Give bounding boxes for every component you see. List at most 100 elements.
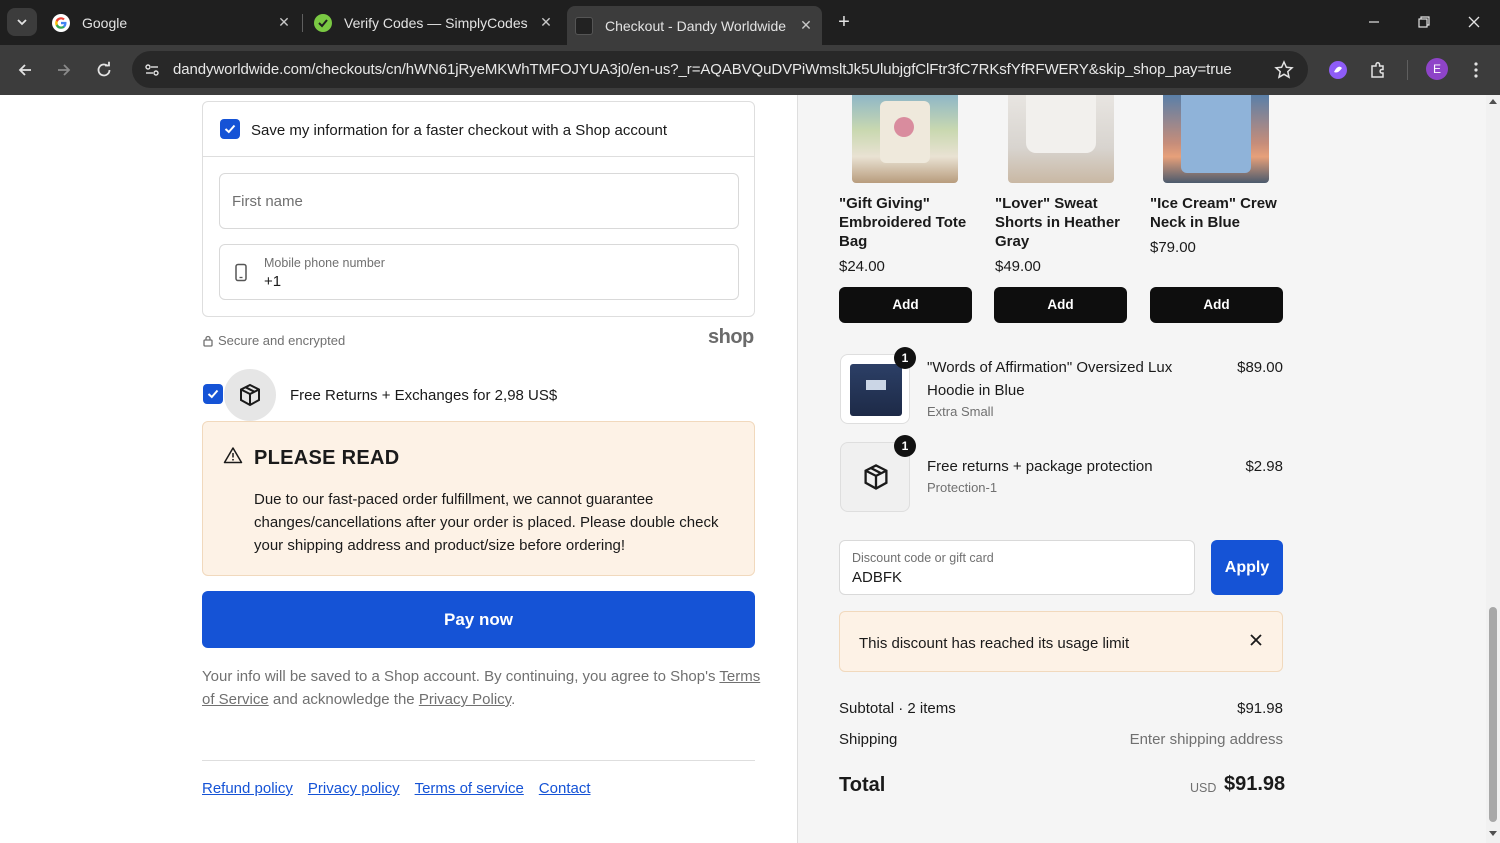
- toolbar-divider: [1407, 60, 1408, 80]
- close-icon[interactable]: [1248, 632, 1264, 648]
- cart-item-price: $89.00: [1237, 359, 1283, 376]
- sweat-shorts-image[interactable]: [1008, 95, 1114, 183]
- sweater-shape: [1181, 95, 1251, 173]
- notice-title: PLEASE READ: [254, 447, 400, 469]
- tab-simplycodes[interactable]: Verify Codes — SimplyCodes ✕: [306, 6, 562, 39]
- upsell-price: $49.00: [995, 258, 1041, 275]
- legal-suffix: .: [511, 691, 516, 708]
- extension-button[interactable]: [1326, 58, 1350, 82]
- tab-separator: [302, 14, 303, 32]
- google-icon: [52, 13, 70, 32]
- checkmark-icon: [224, 124, 236, 134]
- checkmark-icon: [207, 389, 219, 399]
- total-currency: USD: [1190, 781, 1217, 795]
- save-info-checkbox[interactable]: [220, 119, 240, 139]
- save-info-row: Save my information for a faster checkou…: [203, 102, 754, 157]
- first-name-placeholder: First name: [232, 193, 303, 210]
- upsell-name[interactable]: "Gift Giving" Embroidered Tote Bag: [839, 194, 979, 251]
- free-returns-label: Free Returns + Exchanges for 2,98 US$: [290, 387, 558, 404]
- restore-button[interactable]: [1411, 10, 1437, 34]
- close-window-button[interactable]: [1461, 10, 1487, 34]
- free-returns-row: Free Returns + Exchanges for 2,98 US$: [202, 369, 755, 421]
- restore-icon: [1418, 16, 1430, 28]
- extensions-menu-button[interactable]: [1366, 58, 1390, 82]
- tab-checkout[interactable]: Checkout - Dandy Worldwide ✕: [567, 6, 822, 45]
- contact-link[interactable]: Contact: [539, 780, 591, 797]
- terms-of-service-link[interactable]: Terms of service: [415, 780, 524, 797]
- bookmark-star-icon[interactable]: [1274, 60, 1294, 80]
- total-label: Total: [839, 774, 886, 796]
- subtotal-value: $91.98: [1237, 700, 1283, 717]
- legal-prefix: Your info will be saved to a Shop accoun…: [202, 668, 720, 685]
- warning-icon: [223, 447, 243, 464]
- puzzle-icon: [1371, 61, 1384, 78]
- apply-discount-button[interactable]: Apply: [1211, 540, 1283, 595]
- forward-button[interactable]: [52, 58, 76, 82]
- scroll-up-icon[interactable]: [1489, 99, 1497, 104]
- scroll-down-icon[interactable]: [1489, 831, 1497, 836]
- checkout-form-column: Save my information for a faster checkou…: [0, 95, 797, 843]
- minimize-icon: [1369, 21, 1379, 23]
- reload-icon: [97, 61, 111, 77]
- tab-title: Google: [82, 14, 128, 31]
- total-value: $91.98: [1224, 773, 1286, 795]
- tote-bag-image[interactable]: [852, 95, 958, 183]
- site-settings-icon[interactable]: [142, 60, 162, 80]
- discount-code-value: ADBFK: [852, 569, 903, 586]
- discount-code-label: Discount code or gift card: [852, 551, 994, 565]
- page-scrollbar[interactable]: [1486, 95, 1500, 843]
- legal-middle: and acknowledge the: [268, 691, 419, 708]
- subtotal-label: Subtotal · 2 items: [839, 700, 956, 717]
- upsell-name[interactable]: "Ice Cream" Crew Neck in Blue: [1150, 194, 1290, 232]
- scrollbar-thumb[interactable]: [1489, 607, 1497, 822]
- back-button[interactable]: [13, 58, 37, 82]
- close-tab-icon[interactable]: ✕: [274, 14, 294, 31]
- new-tab-button[interactable]: +: [834, 10, 854, 34]
- privacy-policy-link[interactable]: Privacy policy: [308, 780, 400, 797]
- add-tote-bag-button[interactable]: Add: [839, 287, 972, 323]
- package-icon: [864, 464, 888, 490]
- tab-google[interactable]: Google ✕: [44, 6, 300, 39]
- pay-now-button[interactable]: Pay now: [202, 591, 755, 648]
- shorts-shape: [1026, 95, 1096, 153]
- shop-privacy-link[interactable]: Privacy Policy: [419, 691, 511, 708]
- address-bar[interactable]: dandyworldwide.com/checkouts/cn/hWN61jRy…: [132, 51, 1308, 88]
- browser-menu-button[interactable]: [1464, 58, 1488, 82]
- tab-search-button[interactable]: [7, 8, 37, 36]
- arrow-right-icon: [58, 64, 71, 76]
- first-name-field[interactable]: First name: [219, 173, 739, 229]
- protection-thumbnail: 1: [840, 435, 916, 512]
- upsell-name[interactable]: "Lover" Sweat Shorts in Heather Gray: [995, 194, 1135, 251]
- discount-code-field[interactable]: Discount code or gift card ADBFK: [839, 540, 1195, 595]
- upsell-price: $79.00: [1150, 239, 1196, 256]
- secure-note: Secure and encrypted: [203, 333, 345, 348]
- free-returns-checkbox[interactable]: [203, 384, 223, 404]
- simplycodes-icon: [314, 13, 332, 32]
- tab-strip: Google ✕ Verify Codes — SimplyCodes ✕ Ch…: [0, 0, 1500, 45]
- hoodie-image: [850, 364, 902, 416]
- quantity-badge: 1: [894, 435, 916, 457]
- secure-text: Secure and encrypted: [218, 333, 346, 348]
- cart-item-variant: Extra Small: [927, 404, 994, 419]
- crew-neck-image[interactable]: [1163, 95, 1269, 183]
- url-text: dandyworldwide.com/checkouts/cn/hWN61jRy…: [173, 61, 1232, 78]
- reload-button[interactable]: [92, 58, 116, 82]
- browser-toolbar: dandyworldwide.com/checkouts/cn/hWN61jRy…: [0, 45, 1500, 95]
- close-tab-icon[interactable]: ✕: [536, 14, 556, 31]
- mobile-phone-icon: [235, 263, 247, 282]
- dandy-favicon-icon: [575, 16, 593, 35]
- close-tab-icon[interactable]: ✕: [796, 17, 816, 34]
- footer-links: Refund policy Privacy policy Terms of se…: [202, 780, 591, 797]
- mobile-phone-field[interactable]: Mobile phone number +1: [219, 244, 739, 300]
- extension-logo-icon: [1329, 61, 1347, 79]
- add-sweat-shorts-button[interactable]: Add: [994, 287, 1127, 323]
- tab-title: Checkout - Dandy Worldwide: [605, 17, 787, 34]
- profile-avatar[interactable]: E: [1426, 58, 1448, 80]
- notice-body: Due to our fast-paced order fulfillment,…: [254, 491, 719, 554]
- hoodie-print: [866, 380, 886, 390]
- discount-error-alert: This discount has reached its usage limi…: [839, 611, 1283, 672]
- add-crew-neck-button[interactable]: Add: [1150, 287, 1283, 323]
- lock-icon: [203, 335, 213, 347]
- refund-policy-link[interactable]: Refund policy: [202, 780, 293, 797]
- minimize-button[interactable]: [1361, 10, 1387, 34]
